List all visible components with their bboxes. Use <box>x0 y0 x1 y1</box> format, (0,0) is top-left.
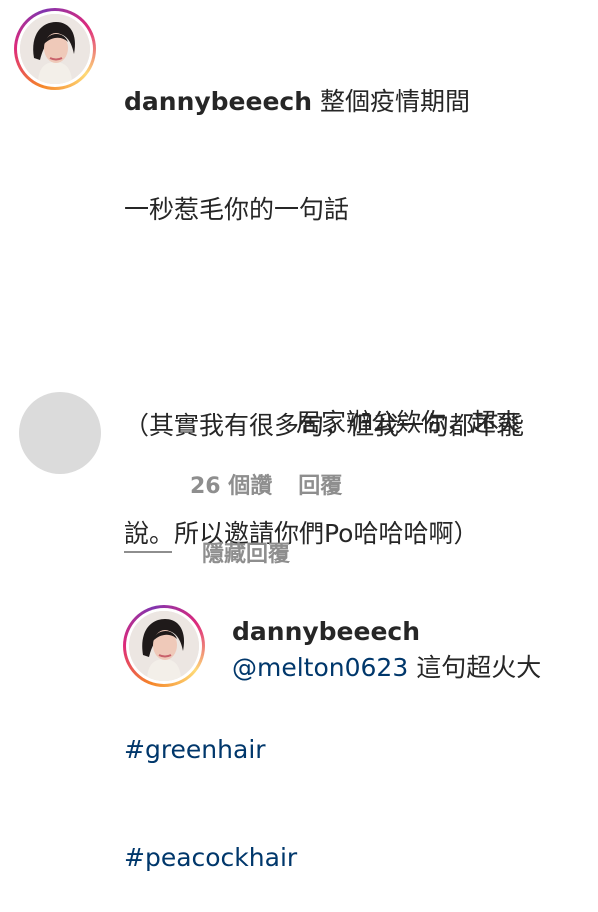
reply-avatar[interactable] <box>123 605 205 687</box>
caption-line: 一秒惹毛你的一句話 <box>124 195 350 224</box>
hashtag-peacockhair[interactable]: #peacockhair <box>124 840 584 876</box>
reply-username[interactable]: dannybeeech <box>232 614 541 650</box>
reply-button[interactable]: 回覆 <box>298 468 342 500</box>
reply-body: @melton0623 這句超火大 <box>232 650 541 686</box>
post-caption: dannybeeech 整個疫情期間 一秒惹毛你的一句話 （其實我有很多句，但我… <box>124 12 584 912</box>
comment-text: 居家辦公欸你，超爽 <box>296 408 522 437</box>
placeholder-avatar[interactable] <box>19 392 101 474</box>
hide-replies-button[interactable]: 隱藏回覆 <box>124 536 290 568</box>
mention-link[interactable]: @melton0623 <box>232 653 408 682</box>
reply-comment: dannybeeech @melton0623 這句超火大 <box>232 614 541 686</box>
caption-line <box>124 300 584 336</box>
hashtag-greenhair[interactable]: #greenhair <box>124 732 584 768</box>
caption-line: 整個疫情期間 <box>320 87 471 116</box>
comment-meta: 26 個讚 回覆 <box>190 468 342 500</box>
reply-text: 這句超火大 <box>408 653 542 682</box>
hide-replies-label: 隱藏回覆 <box>202 542 291 567</box>
caption-username[interactable]: dannybeeech <box>124 87 312 116</box>
like-count[interactable]: 26 個讚 <box>190 468 272 500</box>
divider-line <box>124 551 172 553</box>
profile-photo-icon <box>129 611 199 681</box>
caption-avatar[interactable] <box>14 8 96 90</box>
profile-photo-icon <box>20 14 90 84</box>
